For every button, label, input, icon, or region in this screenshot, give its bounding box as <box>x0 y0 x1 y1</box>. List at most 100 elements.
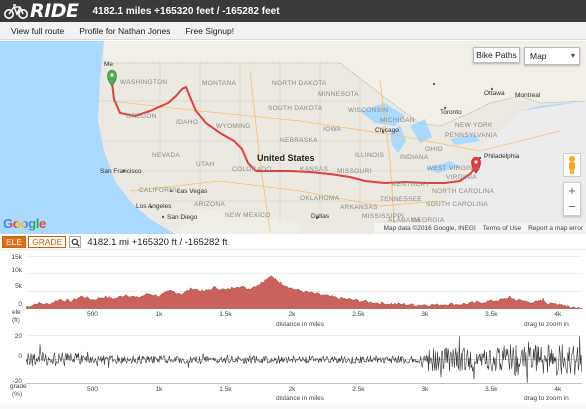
xtick-label: 3k <box>421 311 429 318</box>
map-label-united-states: United States <box>257 153 315 163</box>
xtick-label: 1k <box>155 386 163 393</box>
map-label-pennsylvania: PENNSYLVANIA <box>445 132 498 139</box>
map-label-wisconsin: WISCONSIN <box>348 107 389 114</box>
map-label-colorado: COLORADO <box>232 166 272 173</box>
map-label-new-york: NEW YORK <box>455 122 493 129</box>
map-label-san-francisco: San Francisco <box>100 168 142 175</box>
nav-view-full-route[interactable]: View full route <box>11 26 64 36</box>
bicycle-icon <box>4 4 28 19</box>
map-label-minnesota: MINNESOTA <box>318 91 359 98</box>
map-label-toronto: Toronto <box>440 109 462 116</box>
map-label-philadelphia: Philadelphia <box>484 153 520 160</box>
elev-zoom-hint: drag to zoom in <box>524 321 569 328</box>
map-label-north-dakota: NORTH DAKOTA <box>272 80 327 87</box>
grade-chart[interactable]: 20 0 -20 grade (%) 500 1k 1.5k 2k 2.5k 3k 3.5k… <box>0 333 586 405</box>
elev-ylabel-bottom: (ft) <box>12 317 20 324</box>
map-label-indiana: INDIANA <box>400 154 429 161</box>
elevation-plot <box>26 256 582 309</box>
map-label-west-virginia: WEST VIRGINIA <box>427 165 480 172</box>
xtick-label: 2.5k <box>352 311 365 318</box>
map-label-new-mexico: NEW MEXICO <box>225 212 271 219</box>
map-label-michigan: MICHIGAN <box>380 117 415 124</box>
map-footer: Map data ©2016 Google, INEGI Terms of Us… <box>373 223 586 234</box>
elev-ytick-0: 0 <box>18 301 22 308</box>
map-label-washington: WASHINGTON <box>120 79 168 86</box>
route-map[interactable]: WASHINGTON MONTANA NORTH DAKOTA MINNESOT… <box>0 41 586 234</box>
map-label-montreal: Montreal <box>515 92 541 99</box>
xtick-label: 2.5k <box>352 386 365 393</box>
page-bottom <box>0 404 586 409</box>
map-label-los-angeles: Los Angeles <box>136 203 172 210</box>
elevation-summary: 4182.1 mi +165320 ft / -165282 ft <box>87 236 228 248</box>
map-label-arizona: ARIZONA <box>194 201 225 208</box>
xtick-label: 4k <box>554 311 562 318</box>
xtick-label: 1.5k <box>219 386 232 393</box>
map-label-california: CALIFORNIA <box>139 187 182 194</box>
zoom-in-button[interactable]: + <box>564 183 580 199</box>
map-label-iowa: IOWA <box>323 126 342 133</box>
grade-ylabel-top: grade <box>10 383 27 390</box>
xtick-label: 2k <box>288 311 296 318</box>
map-label-ohio: OHIO <box>425 146 443 153</box>
map-label-south-carolina: SOUTH CAROLINA <box>426 201 488 208</box>
xtick-label: 500 <box>87 386 98 393</box>
map-label-idaho: IDAHO <box>176 119 199 126</box>
xtick-label: 3.5k <box>485 311 498 318</box>
map-label-illinois: ILLINOIS <box>355 152 385 159</box>
terms-link[interactable]: Terms of Use <box>483 225 521 232</box>
nav-bar: View full route Profile for Nathan Jones… <box>0 22 586 40</box>
elev-ytick-15k: 15k <box>11 254 22 261</box>
map-label-dallas: Dallas <box>311 213 330 220</box>
magnifier-icon[interactable] <box>69 236 82 248</box>
chevron-down-icon: ▾ <box>570 51 575 60</box>
map-type-select[interactable]: Map ▾ <box>524 47 580 65</box>
map-label-south-dakota: SOUTH DAKOTA <box>268 105 323 112</box>
xtick-label: 2k <box>288 386 296 393</box>
elevation-chart[interactable]: 15k 10k 5k 0 ele (ft) 500 1k 1.5k 2k 2.5k 3k 3… <box>0 252 586 332</box>
elev-ytick-5k: 5k <box>15 283 22 290</box>
map-label-oklahoma: OKLAHOMA <box>300 195 340 202</box>
map-label-ottawa: Ottawa <box>484 90 505 97</box>
app-header: RIDE 4182.1 miles +165320 feet / -165282… <box>0 0 586 22</box>
map-label-san-diego: San Diego <box>167 214 198 221</box>
xtick-label: 500 <box>87 311 98 318</box>
tab-ele[interactable]: ELE <box>2 236 27 248</box>
nav-profile-link[interactable]: Profile for Nathan Jones <box>79 26 170 36</box>
elev-ylabel-top: ele <box>12 309 21 316</box>
xtick-label: 3.5k <box>485 386 498 393</box>
map-label-kansas: KANSAS <box>300 166 329 173</box>
map-label-missouri: MISSOURI <box>337 168 372 175</box>
map-data-attribution: Map data ©2016 Google, INEGI <box>383 225 476 232</box>
grade-plot <box>26 335 582 384</box>
logo-text: RIDE <box>30 0 79 22</box>
bike-paths-button[interactable]: Bike Paths <box>473 47 520 63</box>
zoom-out-button[interactable]: − <box>564 199 580 215</box>
xtick-label: 1k <box>155 311 163 318</box>
map-label-tennessee: TENNESSEE <box>380 196 423 203</box>
map-label-arkansas: ARKANSAS <box>340 204 378 211</box>
street-view-pegman-icon[interactable] <box>563 153 581 177</box>
google-logo[interactable]: Google <box>3 216 46 231</box>
elevation-toolbar: ELE GRADE 4182.1 mi +165320 ft / -165282… <box>0 235 586 250</box>
map-label-chicago: Chicago <box>375 127 399 134</box>
nav-free-signup[interactable]: Free Signup! <box>185 26 234 36</box>
elev-xlabel: distance in miles <box>276 321 325 328</box>
grade-xlabel: distance in miles <box>276 395 325 402</box>
map-label-nevada: NEVADA <box>152 152 181 159</box>
map-label-wyoming: WYOMING <box>216 123 251 130</box>
map-label-kentucky: KENTUCKY <box>392 181 430 188</box>
ride-logo[interactable]: RIDE <box>0 0 79 22</box>
report-error-link[interactable]: Report a map error <box>528 225 583 232</box>
elevation-area <box>26 275 582 309</box>
google-logo-text: Google <box>3 216 46 231</box>
tab-grade[interactable]: GRADE <box>28 236 67 248</box>
zoom-control: + − <box>563 182 581 216</box>
xtick-label: 3k <box>421 386 429 393</box>
xtick-label: 4k <box>554 386 562 393</box>
map-label-partial: Me <box>104 61 114 68</box>
map-label-utah: UTAH <box>196 161 215 168</box>
grade-zoom-hint: drag to zoom in <box>524 395 569 402</box>
grade-ylabel-bottom: (%) <box>12 391 23 398</box>
route-stats: 4182.1 miles +165320 feet / -165282 feet <box>92 5 280 17</box>
map-label-oregon: OREGON <box>126 113 157 120</box>
